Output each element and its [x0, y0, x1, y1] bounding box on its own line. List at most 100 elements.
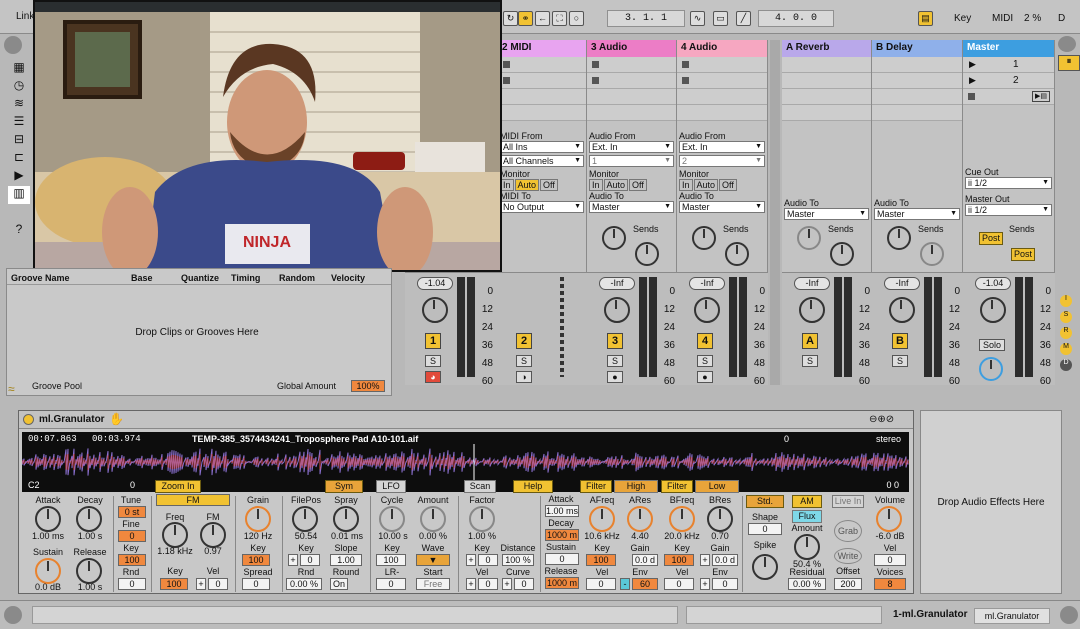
am-amount-knob[interactable] — [794, 534, 820, 560]
draw-mode-icon[interactable]: ∿ — [690, 11, 705, 26]
record-circle-icon[interactable]: ○ — [569, 11, 584, 26]
track-activator-button[interactable]: 3 — [607, 333, 623, 349]
release-knob[interactable] — [76, 558, 102, 584]
device-buttons-icon[interactable]: ⊖⊕⊘ — [869, 414, 894, 425]
residual-value[interactable]: 0.00 % — [788, 578, 826, 590]
scene-1-label[interactable]: 1 — [1013, 59, 1019, 70]
track-title[interactable]: 2 MIDI — [498, 40, 586, 57]
grab-button[interactable]: Grab — [834, 520, 862, 542]
scan-button[interactable]: Scan — [464, 480, 496, 493]
afilter-gain-value[interactable]: 0.0 d — [632, 554, 658, 566]
returns-toggle-icon[interactable]: R — [1060, 327, 1072, 339]
afilter-env-value[interactable]: 60 — [632, 578, 658, 590]
help-button[interactable]: Help — [513, 480, 553, 493]
spike-knob[interactable] — [752, 554, 778, 580]
fm-freq-knob[interactable] — [162, 522, 188, 548]
send-a-knob[interactable] — [692, 226, 716, 250]
midi-map-label[interactable]: MIDI — [992, 13, 1013, 24]
output-select[interactable]: No Output — [500, 201, 584, 213]
monitor-auto-button[interactable]: Auto — [514, 179, 540, 191]
waveform-icon[interactable]: ≋ — [8, 96, 30, 114]
track-title[interactable]: B Delay — [872, 40, 962, 57]
voices-value[interactable]: 8 — [874, 578, 906, 590]
filepos-knob[interactable] — [292, 506, 318, 532]
grain-key-value[interactable]: 100 — [242, 554, 270, 566]
send-b-knob[interactable] — [920, 242, 944, 266]
bfilter-env-plus[interactable]: + — [700, 578, 710, 590]
browser-toggle-icon[interactable] — [4, 36, 22, 54]
volume-display[interactable]: -Inf — [689, 277, 725, 290]
cue-out-select[interactable]: ii 1/2 — [965, 177, 1052, 189]
write-button[interactable]: Write — [834, 548, 862, 564]
solo-button[interactable]: S — [892, 355, 908, 367]
scan-vel-plus[interactable]: + — [466, 578, 476, 590]
pan-knob[interactable] — [694, 297, 720, 323]
help-icon[interactable]: ? — [8, 222, 30, 240]
fm-section-header[interactable]: FM — [156, 494, 230, 506]
input-channel-select[interactable]: 1 — [589, 155, 674, 167]
track-title[interactable]: 4 Audio — [677, 40, 767, 57]
filter-sustain-value[interactable]: 0 — [545, 553, 579, 565]
grid-view-icon[interactable]: ▥ — [8, 186, 30, 204]
monitor-icon[interactable]: ◑ — [516, 371, 532, 383]
scan-vel-value[interactable]: 0 — [478, 578, 498, 590]
detail-toggle-icon[interactable] — [1060, 606, 1078, 624]
monitor-in-button[interactable]: In — [500, 179, 514, 191]
monitor-auto-button[interactable]: Auto — [603, 179, 629, 191]
filter-release-value[interactable]: 1000 m — [545, 577, 579, 589]
sends-toggle-icon[interactable]: S — [1060, 311, 1072, 323]
groove-icon[interactable]: ≈ — [8, 382, 15, 396]
tune-key-value[interactable]: 100 — [118, 554, 146, 566]
fine-value[interactable]: 0 — [118, 530, 146, 542]
volume-display[interactable]: -Inf — [599, 277, 635, 290]
output-select[interactable]: Master — [679, 201, 765, 213]
loop-length-display[interactable]: 4. 0. 0 — [758, 10, 834, 27]
send-a-knob[interactable] — [797, 226, 821, 250]
send-b-knob[interactable] — [725, 242, 749, 266]
input-type-select[interactable]: All Ins — [500, 141, 584, 153]
link-chain-icon[interactable]: ⚭ — [518, 11, 533, 26]
bfilter-gain-value[interactable]: 0.0 d — [712, 554, 738, 566]
grid-icon[interactable]: ▦ — [8, 60, 30, 78]
track-title[interactable]: 3 Audio — [587, 40, 676, 57]
device-power-icon[interactable] — [23, 414, 34, 425]
sustain-knob[interactable] — [35, 558, 61, 584]
flux-button[interactable]: Flux — [792, 510, 822, 523]
filter-a-toggle[interactable]: Filter — [580, 480, 612, 493]
back-arrow-icon[interactable]: ← — [535, 11, 550, 26]
keyboard-icon[interactable]: ▤ — [918, 11, 933, 26]
start-value[interactable]: Free — [416, 578, 450, 590]
play-icon[interactable]: ▶ — [8, 168, 30, 186]
monitor-auto-button[interactable]: Auto — [693, 179, 719, 191]
output-select[interactable]: Master — [784, 208, 869, 220]
offset-value[interactable]: 200 — [834, 578, 862, 590]
factor-knob[interactable] — [469, 506, 495, 532]
key-map-label[interactable]: Key — [954, 13, 971, 24]
punch-in-icon[interactable]: ⛶ — [552, 11, 567, 26]
bfilter-gain-plus[interactable]: + — [700, 554, 710, 566]
curve-icon[interactable]: ╱ — [736, 11, 751, 26]
global-amount-value[interactable]: 100% — [351, 380, 385, 392]
afilter-env-minus[interactable]: - — [620, 578, 630, 590]
wave-select[interactable]: ▼ — [416, 554, 450, 566]
solo-button[interactable]: S — [697, 355, 713, 367]
io-toggle-icon[interactable]: I — [1060, 295, 1072, 307]
fm-amount-knob[interactable] — [200, 522, 226, 548]
send-a-knob[interactable] — [887, 226, 911, 250]
volume-display[interactable]: -Inf — [884, 277, 920, 290]
volume-display[interactable]: -Inf — [794, 277, 830, 290]
track-activator-button[interactable]: A — [802, 333, 818, 349]
volume-knob[interactable] — [876, 506, 902, 532]
monitor-in-button[interactable]: In — [679, 179, 693, 191]
list-icon[interactable]: ☰ — [8, 114, 30, 132]
plug-icon[interactable]: ⊏ — [8, 150, 30, 168]
monitor-off-button[interactable]: Off — [719, 179, 737, 191]
post-button-b[interactable]: Post — [1011, 248, 1035, 261]
pan-knob[interactable] — [889, 297, 915, 323]
bfilter-env-value[interactable]: 0 — [712, 578, 738, 590]
attack-knob[interactable] — [35, 506, 61, 532]
distance-value[interactable]: 100 % — [502, 554, 534, 566]
track-activator-button[interactable]: 2 — [516, 333, 532, 349]
solo-button[interactable]: S — [802, 355, 818, 367]
bres-knob[interactable] — [707, 506, 733, 532]
